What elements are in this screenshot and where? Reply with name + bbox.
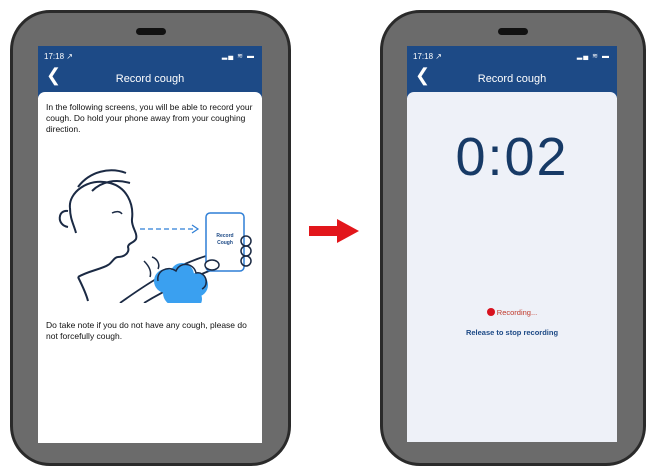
right-arrow-icon	[309, 219, 359, 243]
recording-timer: 0:02	[455, 127, 569, 187]
recording-status-label: Recording...	[496, 308, 538, 317]
phone-frame-right: 17:18 ↗ ▂▄ ≋ ▬ ❮ Record cough 0:02 Recor…	[380, 10, 646, 466]
screen-recording: 17:18 ↗ ▂▄ ≋ ▬ ❮ Record cough 0:02 Recor…	[407, 46, 617, 442]
status-time: 17:18 ↗	[413, 52, 442, 61]
nav-title: Record cough	[477, 73, 547, 85]
nav-title: Record cough	[115, 73, 185, 85]
release-instruction[interactable]: Release to stop recording	[407, 328, 617, 337]
nav-bar: 17:18 ↗ ▂▄ ≋ ▬ ❮ Record cough	[38, 46, 262, 98]
card-label-line2: Cough	[217, 240, 233, 246]
phone-frame-left: 17:18 ↗ ▂▄ ≋ ▬ ❮ Record cough In the fol…	[10, 10, 291, 466]
status-icons: ▂▄ ≋ ▬	[576, 53, 610, 60]
status-icons: ▂▄ ≋ ▬	[221, 53, 255, 60]
nav-bar: 17:18 ↗ ▂▄ ≋ ▬ ❮ Record cough	[407, 46, 617, 98]
recording-status: Recording...	[407, 308, 617, 317]
screen-intro: 17:18 ↗ ▂▄ ≋ ▬ ❮ Record cough In the fol…	[38, 46, 262, 443]
cough-illustration: Record Cough	[58, 169, 252, 303]
speaker-slot	[135, 28, 166, 35]
note-text: Do take note if you do not have any coug…	[46, 320, 247, 341]
cough-cloud-icon	[154, 263, 208, 303]
status-time: 17:18 ↗	[44, 52, 73, 61]
speaker-slot	[498, 28, 528, 35]
intro-text: In the following screens, you will be ab…	[46, 102, 253, 134]
card-label-line1: Record	[216, 233, 233, 239]
record-dot-icon	[486, 308, 495, 316]
